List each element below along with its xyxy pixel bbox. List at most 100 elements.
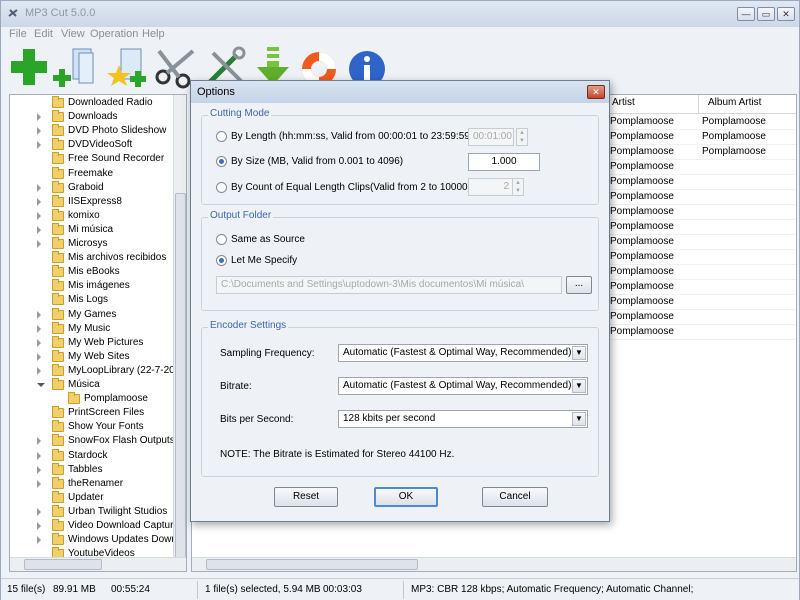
tree-item[interactable]: Mi música [10, 222, 174, 238]
artist-cell[interactable]: Pomplamoose [610, 311, 674, 322]
list-hscroll-thumb[interactable] [206, 559, 418, 570]
output-path-input[interactable]: C:\Documents and Settings\uptodown-3\Mis… [216, 276, 562, 294]
artist-cell[interactable]: Pomplamoose [610, 116, 674, 127]
expand-arrow-icon[interactable] [37, 197, 41, 206]
by-count-spinner[interactable]: ▲ ▼ [512, 178, 524, 196]
tree-item[interactable]: Stardock [10, 448, 174, 464]
tree-item[interactable]: MyLoopLibrary (22-7-201 [10, 363, 180, 379]
tree-item[interactable]: My Web Sites [10, 349, 174, 365]
cancel-button[interactable]: Cancel [482, 487, 548, 507]
reset-button[interactable]: Reset [274, 487, 338, 507]
tree-item[interactable]: Windows Updates Downl [10, 533, 179, 548]
expand-arrow-icon[interactable] [37, 113, 41, 122]
ok-button[interactable]: OK [374, 487, 438, 507]
column-artist[interactable]: Artist [612, 97, 635, 113]
tree-horizontal-scrollbar[interactable] [10, 557, 186, 571]
tree-item[interactable]: Freemake [10, 166, 174, 182]
by-count-input[interactable]: 2 [468, 178, 514, 196]
chevron-down-icon[interactable]: ▼ [572, 346, 586, 360]
tree-item[interactable]: Mis Logs [10, 293, 174, 308]
tree-item[interactable]: Mis eBooks [10, 265, 174, 280]
artist-cell[interactable]: Pomplamoose [610, 251, 674, 262]
close-button[interactable]: ✕ [777, 7, 795, 21]
menu-operation[interactable]: Operation [90, 28, 138, 40]
maximize-button[interactable]: ▭ [757, 7, 775, 21]
bitrate-select[interactable]: Automatic (Fastest & Optimal Way, Recomm… [338, 377, 588, 395]
tree-item[interactable]: My Music [10, 321, 174, 337]
by-size-label[interactable]: By Size (MB, Valid from 0.001 to 4096) [231, 156, 403, 167]
tree-scroll-thumb[interactable] [175, 193, 186, 571]
let-me-specify-radio[interactable] [216, 255, 227, 266]
tree-item[interactable]: SnowFox Flash Outputs [10, 434, 175, 449]
tree-item[interactable]: Tabbles [10, 462, 174, 478]
expand-arrow-icon[interactable] [37, 310, 41, 319]
expand-arrow-icon[interactable] [37, 141, 41, 150]
tree-item[interactable]: Show Your Fonts [10, 420, 174, 435]
expand-arrow-icon[interactable] [37, 366, 41, 375]
by-length-label[interactable]: By Length (hh:mm:ss, Valid from 00:00:01… [231, 131, 473, 142]
chevron-down-icon[interactable]: ▼ [572, 379, 586, 393]
same-as-source-label[interactable]: Same as Source [231, 234, 305, 245]
column-album-artist[interactable]: Album Artist [708, 97, 761, 113]
tree-item[interactable]: Downloads [10, 110, 174, 125]
tree-item[interactable]: Mis archivos recibidos [10, 251, 174, 266]
tree-item[interactable]: Microsys [10, 237, 174, 252]
minimize-button[interactable]: — [737, 7, 755, 21]
tree-item[interactable]: PrintScreen Files [10, 406, 174, 421]
collapse-arrow-icon[interactable] [37, 383, 45, 387]
tree-hscroll-thumb[interactable] [24, 559, 102, 570]
chevron-down-icon[interactable]: ▼ [572, 412, 586, 426]
tree-vertical-scrollbar[interactable] [173, 95, 186, 571]
album-artist-cell[interactable]: Pomplamoose [702, 146, 766, 157]
tree-item[interactable]: My Games [10, 307, 174, 323]
bits-per-second-select[interactable]: 128 kbits per second ▼ [338, 410, 588, 428]
by-size-input[interactable]: 1.000 [468, 153, 540, 171]
menu-file[interactable]: File [9, 28, 27, 40]
tree-item[interactable]: DVDVideoSoft [10, 138, 174, 153]
expand-arrow-icon[interactable] [37, 352, 41, 361]
tree-item[interactable]: Graboid [10, 180, 174, 196]
expand-arrow-icon[interactable] [37, 240, 41, 248]
artist-cell[interactable]: Pomplamoose [610, 326, 674, 337]
expand-arrow-icon[interactable] [37, 183, 41, 192]
tree-item[interactable]: Updater [10, 490, 174, 506]
artist-cell[interactable]: Pomplamoose [610, 131, 674, 142]
menu-edit[interactable]: Edit [34, 28, 53, 40]
tree-item[interactable]: IISExpress8 [10, 194, 174, 210]
by-count-radio[interactable] [216, 182, 227, 193]
expand-arrow-icon[interactable] [37, 522, 41, 530]
tree-item[interactable]: Downloaded Radio [10, 96, 174, 111]
by-size-radio[interactable] [216, 156, 227, 167]
menu-help[interactable]: Help [142, 28, 165, 40]
expand-arrow-icon[interactable] [37, 211, 41, 220]
expand-arrow-icon[interactable] [37, 465, 41, 474]
artist-cell[interactable]: Pomplamoose [610, 176, 674, 187]
add-icon[interactable] [7, 45, 51, 89]
browse-button[interactable]: ... [566, 276, 592, 294]
artist-cell[interactable]: Pomplamoose [610, 191, 674, 202]
menu-view[interactable]: View [61, 28, 85, 40]
dialog-close-button[interactable]: ✕ [587, 85, 605, 99]
tree-item[interactable]: Free Sound Recorder [10, 152, 174, 167]
expand-arrow-icon[interactable] [37, 437, 41, 446]
artist-cell[interactable]: Pomplamoose [610, 266, 674, 277]
sampling-frequency-select[interactable]: Automatic (Fastest & Optimal Way, Recomm… [338, 344, 588, 362]
tree-item[interactable]: Pomplamoose [10, 392, 174, 407]
artist-cell[interactable]: Pomplamoose [610, 206, 674, 217]
tree-item[interactable]: Mis imágenes [10, 279, 174, 294]
expand-arrow-icon[interactable] [37, 451, 41, 460]
expand-arrow-icon[interactable] [37, 127, 41, 136]
expand-arrow-icon[interactable] [37, 338, 41, 347]
tree-item[interactable]: Video Download Capture [10, 519, 179, 534]
expand-arrow-icon[interactable] [37, 507, 41, 516]
artist-cell[interactable]: Pomplamoose [610, 161, 674, 172]
expand-arrow-icon[interactable] [37, 536, 41, 545]
expand-arrow-icon[interactable] [37, 324, 41, 333]
album-artist-cell[interactable]: Pomplamoose [702, 116, 766, 127]
tree-item[interactable]: Música [10, 378, 174, 393]
folder-tree[interactable]: YoutubeVideos Windows Updates Downl Video … [9, 94, 187, 572]
artist-cell[interactable]: Pomplamoose [610, 296, 674, 307]
list-horizontal-scrollbar[interactable] [192, 557, 796, 571]
add-files-icon[interactable] [53, 45, 97, 89]
add-special-icon[interactable] [105, 45, 149, 89]
